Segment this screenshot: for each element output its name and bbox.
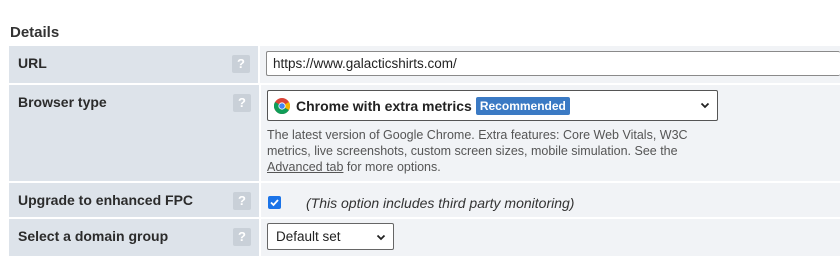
section-title: Details: [10, 24, 60, 41]
fpc-label: Upgrade to enhanced FPC: [18, 192, 194, 208]
domain-selected-text: Default set: [276, 229, 341, 244]
browser-label-cell: Browser type ?: [9, 85, 259, 181]
chrome-icon: [274, 97, 290, 114]
recommended-badge: Recommended: [475, 96, 570, 115]
check-icon: [270, 199, 279, 207]
chevron-down-icon: [700, 102, 710, 109]
browser-value-cell: Chrome with extra metrics Recommended Th…: [261, 85, 840, 181]
browser-row: Browser type ? Chrome with extra metrics…: [9, 85, 840, 183]
fpc-value-cell: (This option includes third party monito…: [261, 183, 840, 217]
details-form: URL ? Browser type ? Chrom: [9, 46, 840, 258]
url-value-cell: [260, 46, 840, 83]
browser-description: The latest version of Google Chrome. Ext…: [267, 127, 717, 175]
help-icon[interactable]: ?: [233, 94, 251, 112]
help-icon[interactable]: ?: [233, 192, 251, 210]
help-icon[interactable]: ?: [232, 55, 251, 73]
browser-selected-text: Chrome with extra metrics: [296, 97, 472, 114]
fpc-note: (This option includes third party monito…: [306, 194, 575, 211]
fpc-label-cell: Upgrade to enhanced FPC ?: [9, 183, 259, 217]
browser-description-suffix: for more options.: [343, 160, 441, 174]
advanced-tab-link[interactable]: Advanced tab: [267, 160, 343, 174]
enhanced-fpc-checkbox[interactable]: [268, 196, 281, 209]
fpc-row: Upgrade to enhanced FPC ? (This option i…: [9, 183, 840, 219]
domain-label-cell: Select a domain group ?: [9, 219, 259, 256]
domain-row: Select a domain group ? Default set: [9, 219, 840, 258]
url-label: URL: [18, 55, 47, 71]
browser-description-text: The latest version of Google Chrome. Ext…: [267, 128, 688, 158]
url-row: URL ?: [9, 46, 840, 85]
browser-type-select[interactable]: Chrome with extra metrics Recommended: [267, 90, 718, 121]
domain-value-cell: Default set: [261, 219, 840, 256]
domain-group-select[interactable]: Default set: [267, 223, 394, 250]
domain-label: Select a domain group: [18, 228, 169, 244]
help-icon[interactable]: ?: [233, 228, 251, 246]
url-label-cell: URL ?: [9, 46, 259, 83]
url-input[interactable]: [266, 51, 840, 76]
browser-label: Browser type: [18, 94, 107, 110]
chevron-down-icon: [376, 234, 386, 241]
